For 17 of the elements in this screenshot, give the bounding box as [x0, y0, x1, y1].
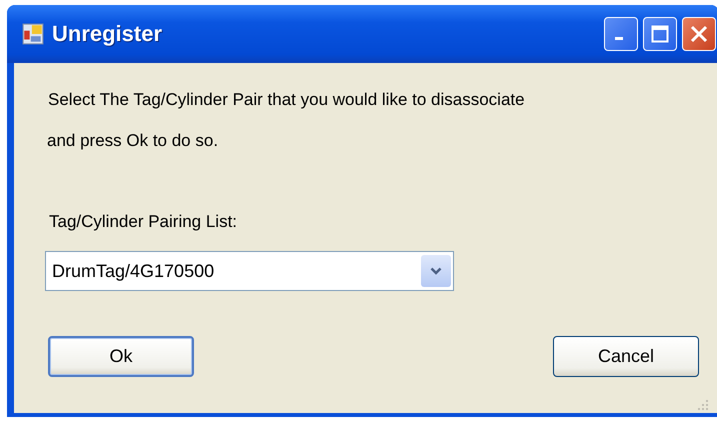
resize-grip-icon	[697, 399, 709, 411]
instruction-text: Select The Tag/Cylinder Pair that you would like to disassociate	[47, 89, 526, 111]
dropdown-button[interactable]	[421, 255, 451, 287]
close-icon	[690, 25, 708, 43]
pairing-list-label: Tag/Cylinder Pairing List:	[49, 212, 238, 232]
chevron-icon	[430, 267, 442, 275]
instruction-text: and press Ok to do so.	[46, 130, 220, 152]
dialog-button[interactable]: Ok	[48, 336, 194, 377]
close-button[interactable]	[682, 17, 716, 51]
app-icon	[22, 23, 44, 45]
maximize-icon	[651, 25, 669, 43]
minimize-button[interactable]	[604, 17, 638, 51]
dialog-button[interactable]: Cancel	[553, 336, 699, 377]
window-title: Unregister	[52, 21, 162, 47]
pairing-dropdown[interactable]: DrumTag/4G170500	[45, 251, 454, 291]
minimize-icon	[615, 37, 623, 40]
maximize-button[interactable]	[643, 17, 677, 51]
